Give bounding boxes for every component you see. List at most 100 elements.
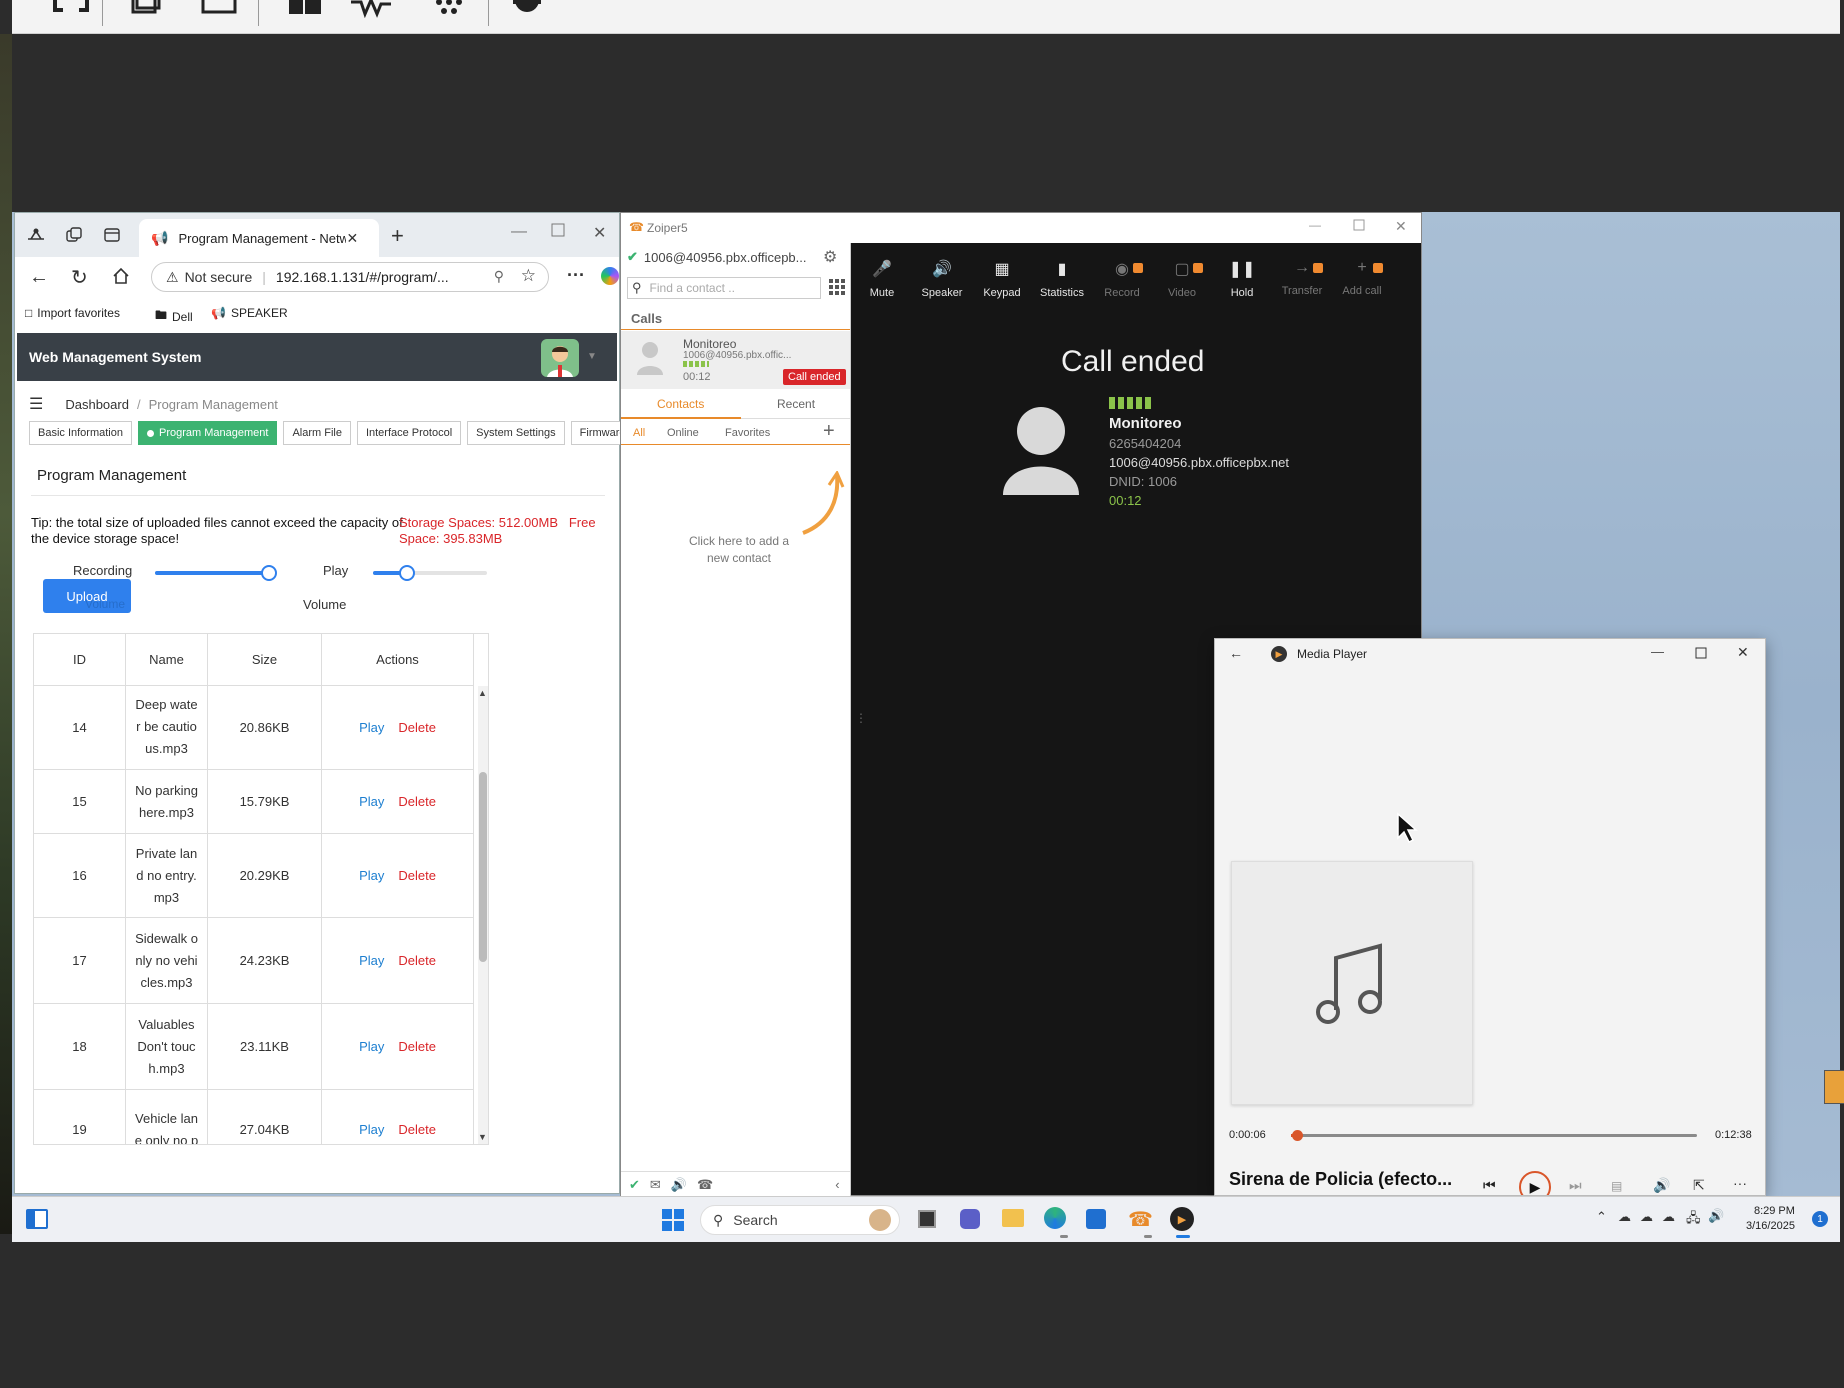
minimize-icon[interactable]: — (511, 223, 527, 241)
tab-program-management[interactable]: Program Management (137, 421, 278, 445)
minimize-icon[interactable]: — (1651, 644, 1664, 659)
recording-volume-slider[interactable] (155, 565, 277, 581)
speaker-volume-icon[interactable]: 🔊 (1708, 1208, 1724, 1224)
edge-icon[interactable] (1044, 1207, 1066, 1229)
scroll-thumb[interactable] (479, 772, 487, 962)
filter-all[interactable]: All (633, 427, 645, 439)
workspaces-icon[interactable] (65, 226, 83, 244)
notification-badge[interactable]: 1 (1812, 1211, 1828, 1227)
delete-link[interactable]: Delete (398, 953, 436, 968)
mini-player-icon[interactable]: ⇱ (1693, 1177, 1705, 1194)
delete-link[interactable]: Delete (398, 1039, 436, 1054)
close-window-icon[interactable]: ✕ (1395, 218, 1407, 235)
star-favorite-icon[interactable]: ☆ (521, 266, 536, 286)
maximize-icon[interactable] (551, 223, 565, 237)
next-icon[interactable]: ⏭ (1569, 1177, 1582, 1194)
task-view-icon[interactable] (918, 1210, 936, 1228)
volume-icon[interactable]: 🔊 (1653, 1177, 1670, 1194)
close-window-icon[interactable]: ✕ (1737, 644, 1749, 661)
tab-contacts[interactable]: Contacts (657, 397, 704, 411)
favorite-import[interactable]: □ Import favorites (25, 306, 120, 320)
play-link[interactable]: Play (359, 1039, 384, 1054)
filter-favorites[interactable]: Favorites (725, 427, 770, 439)
collapse-icon[interactable]: ‹ (835, 1177, 839, 1192)
call-list-item[interactable]: Monitoreo 1006@40956.pbx.offic... 00:12 … (621, 331, 850, 389)
dialpad-icon[interactable] (829, 279, 845, 295)
seek-bar[interactable] (1291, 1130, 1697, 1141)
start-windows-icon[interactable] (662, 1209, 684, 1231)
tab-recent[interactable]: Recent (777, 397, 815, 411)
statistics-button[interactable]: ▮ Statistics (1033, 259, 1091, 325)
maximize-icon[interactable] (1695, 647, 1707, 659)
settings-gear-icon[interactable] (502, 0, 552, 26)
delete-link[interactable]: Delete (398, 794, 436, 809)
delete-link[interactable]: Delete (398, 1122, 436, 1137)
keypad-button[interactable]: ▦ Keypad (973, 259, 1031, 325)
new-tab-icon[interactable]: + (391, 223, 404, 249)
play-link[interactable]: Play (359, 720, 384, 735)
teams-icon[interactable] (960, 1209, 980, 1229)
file-explorer-icon[interactable] (1002, 1209, 1024, 1227)
cloud-icon[interactable]: ☁ (1640, 1209, 1653, 1225)
play-link[interactable]: Play (359, 953, 384, 968)
delete-link[interactable]: Delete (398, 868, 436, 883)
play-volume-slider[interactable] (373, 565, 487, 581)
tab-actions-icon[interactable] (103, 226, 121, 244)
fullscreen-icon[interactable] (46, 0, 96, 26)
tray-overflow-icon[interactable]: ⌃ (1596, 1209, 1607, 1225)
widgets-icon[interactable] (26, 1209, 48, 1229)
splitter-handle[interactable]: ⋮ (855, 711, 867, 725)
play-button[interactable]: ▶ (1519, 1171, 1551, 1195)
speaker-button[interactable]: 🔊 Speaker (913, 259, 971, 325)
captions-icon[interactable]: ▤ (1611, 1179, 1622, 1193)
more-options-icon[interactable]: ··· (567, 265, 585, 286)
cloud-sync-icon[interactable]: ☁ (1662, 1209, 1675, 1225)
more-options-icon[interactable]: ··· (1733, 1175, 1747, 1191)
play-link[interactable]: Play (359, 794, 384, 809)
scroll-down-icon[interactable]: ▼ (478, 1132, 487, 1142)
tab-basic-information[interactable]: Basic Information (29, 421, 132, 445)
store-icon[interactable] (1086, 1209, 1106, 1229)
desktop-gadget-icon[interactable] (1824, 1070, 1844, 1104)
add-contact-icon[interactable]: + (823, 420, 835, 443)
back-arrow-icon[interactable]: ← (1229, 645, 1243, 661)
pulse-icon[interactable] (346, 0, 396, 26)
play-link[interactable]: Play (359, 1122, 384, 1137)
scroll-up-icon[interactable]: ▲ (478, 688, 487, 698)
previous-icon[interactable]: ⏮ (1483, 1177, 1496, 1194)
copilot-icon[interactable] (601, 267, 619, 285)
breadcrumb-dashboard[interactable]: Dashboard (65, 397, 129, 412)
speaker-status-icon[interactable]: 🔊 (671, 1177, 687, 1193)
tab-interface-protocol[interactable]: Interface Protocol (356, 421, 462, 445)
maximize-icon[interactable] (1353, 219, 1365, 231)
copy-icon[interactable] (120, 0, 170, 26)
play-link[interactable]: Play (359, 868, 384, 883)
hold-button[interactable]: ❚❚ Hold (1213, 259, 1271, 325)
favorite-speaker[interactable]: 📢 SPEAKER (211, 306, 288, 320)
tab-system-settings[interactable]: System Settings (467, 421, 565, 445)
mail-icon[interactable]: ✉ (650, 1177, 661, 1193)
clock[interactable]: 8:29 PM 3/16/2025 (1746, 1204, 1795, 1234)
avatar[interactable] (541, 339, 579, 377)
filter-online[interactable]: Online (667, 427, 699, 439)
close-tab-icon[interactable]: ✕ (346, 230, 358, 247)
account-status[interactable]: ✔ 1006@40956.pbx.officepb... ⚙ (627, 247, 847, 267)
add-contact-hint[interactable]: Click here to add a new contact (679, 533, 799, 567)
contact-search-input[interactable]: ⚲ Find a contact .. (627, 277, 821, 299)
home-icon[interactable] (111, 266, 131, 286)
windows-key-icon[interactable] (280, 0, 330, 26)
network-icon[interactable] (424, 0, 474, 26)
browser-tab-active[interactable]: 📢 Program Management - Network ✕ (139, 219, 379, 257)
network-icon[interactable]: 🖧 (1686, 1209, 1701, 1231)
taskbar-search-input[interactable]: ⚲ Search (700, 1205, 900, 1235)
cloud-offline-icon[interactable]: ☁ (1618, 1209, 1631, 1225)
chevron-down-icon[interactable]: ▼ (587, 351, 597, 362)
mute-button[interactable]: 🎤 Mute (853, 259, 911, 325)
settings-gear-icon[interactable]: ⚙ (823, 247, 837, 267)
profile-icon[interactable] (27, 227, 45, 243)
url-field[interactable]: ⚠ Not secure | 192.168.1.131/#/program/.… (151, 262, 549, 292)
table-scrollbar[interactable]: ▲ ▼ (478, 686, 488, 1144)
delete-link[interactable]: Delete (398, 720, 436, 735)
reload-icon[interactable]: ↻ (71, 265, 88, 290)
key-icon[interactable]: ⚲ (494, 268, 504, 285)
